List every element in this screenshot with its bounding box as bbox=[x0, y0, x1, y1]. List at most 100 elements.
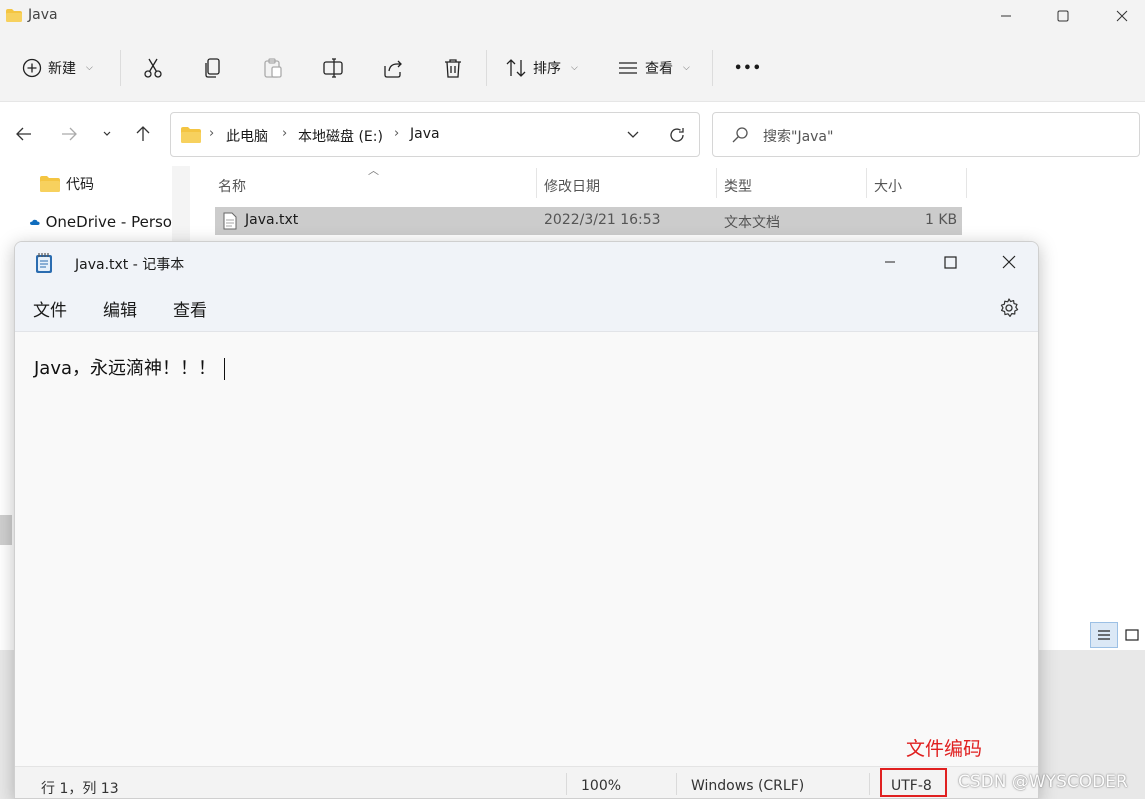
column-type[interactable]: 类型 bbox=[724, 176, 752, 196]
chevron-down-icon: ⌵ bbox=[571, 63, 578, 73]
text-editor-area[interactable]: Java，永远滴神！！！ bbox=[15, 332, 1038, 766]
trash-icon bbox=[445, 59, 461, 78]
chevron-down-icon bbox=[103, 131, 111, 136]
column-divider[interactable] bbox=[716, 168, 717, 198]
minimize-icon bbox=[885, 261, 895, 263]
editor-text: Java，永远滴神！！！ bbox=[34, 354, 226, 380]
breadcrumb-local-disk[interactable]: 本地磁盘 (E:) bbox=[298, 126, 383, 146]
close-button[interactable] bbox=[1099, 0, 1145, 32]
notepad-icon bbox=[36, 253, 52, 273]
explorer-title: Java bbox=[28, 7, 58, 23]
text-file-icon bbox=[223, 212, 237, 230]
close-icon bbox=[1002, 255, 1016, 269]
rename-icon bbox=[323, 58, 343, 78]
menu-edit[interactable]: 编辑 bbox=[103, 296, 137, 321]
paste-button[interactable] bbox=[262, 48, 284, 88]
more-options-button[interactable]: ••• bbox=[734, 48, 762, 88]
column-name[interactable]: 名称 bbox=[218, 176, 246, 196]
scrollbar-thumb[interactable] bbox=[0, 515, 12, 545]
nav-item-label: OneDrive - Perso bbox=[45, 213, 172, 231]
share-button[interactable] bbox=[382, 48, 404, 88]
back-button[interactable] bbox=[12, 122, 36, 146]
maximize-button[interactable] bbox=[927, 242, 973, 282]
up-button[interactable] bbox=[131, 122, 155, 146]
plus-circle-icon bbox=[22, 58, 42, 78]
file-list-header: ︿ 名称 修改日期 类型 大小 bbox=[190, 164, 970, 202]
details-view-icon bbox=[1098, 630, 1110, 640]
forward-button[interactable] bbox=[57, 122, 81, 146]
sort-arrows-icon bbox=[506, 59, 526, 77]
breadcrumb-this-pc[interactable]: 此电脑 bbox=[226, 126, 268, 146]
tiles-view-button[interactable] bbox=[1118, 622, 1145, 648]
sort-button-label: 排序 bbox=[533, 61, 561, 77]
breadcrumb-java[interactable]: Java bbox=[410, 126, 440, 142]
status-divider bbox=[566, 773, 567, 795]
refresh-icon[interactable] bbox=[667, 125, 687, 145]
file-size: 1 KB bbox=[925, 212, 958, 228]
details-view-button[interactable] bbox=[1090, 622, 1118, 648]
menu-file[interactable]: 文件 bbox=[33, 296, 67, 321]
text-caret bbox=[224, 358, 226, 380]
breadcrumb-separator: › bbox=[209, 126, 215, 141]
status-line-ending: Windows (CRLF) bbox=[691, 778, 805, 794]
toolbar-divider bbox=[120, 50, 121, 86]
address-bar[interactable]: › 此电脑 › 本地磁盘 (E:) › Java bbox=[170, 112, 700, 157]
sort-button[interactable]: 排序 ⌵ bbox=[505, 48, 578, 88]
close-button[interactable] bbox=[986, 242, 1032, 282]
search-input[interactable]: 搜索"Java" bbox=[712, 112, 1140, 157]
column-modified[interactable]: 修改日期 bbox=[544, 176, 600, 196]
breadcrumb-separator: › bbox=[282, 126, 288, 141]
copy-button[interactable] bbox=[202, 48, 224, 88]
rename-button[interactable] bbox=[322, 48, 344, 88]
view-lines-icon bbox=[619, 62, 637, 74]
scissors-icon bbox=[144, 58, 162, 78]
chevron-down-icon[interactable] bbox=[626, 129, 640, 141]
view-button-label: 查看 bbox=[645, 61, 673, 77]
column-divider[interactable] bbox=[536, 168, 537, 198]
new-button-label: 新建 bbox=[48, 61, 76, 77]
share-icon bbox=[384, 60, 402, 78]
minimize-button[interactable] bbox=[867, 242, 913, 282]
explorer-titlebar: Java bbox=[0, 0, 1145, 32]
close-icon bbox=[1116, 10, 1128, 22]
watermark: CSDN @WYSCODER bbox=[958, 772, 1128, 792]
folder-icon bbox=[40, 176, 60, 192]
notepad-menubar: 文件 编辑 查看 bbox=[15, 284, 1038, 332]
maximize-icon bbox=[943, 255, 957, 269]
sort-up-icon: ︿ bbox=[368, 164, 379, 177]
status-cursor-position: 行 1，列 13 bbox=[41, 781, 119, 797]
more-dots-icon: ••• bbox=[734, 60, 762, 76]
recent-locations-button[interactable] bbox=[95, 122, 119, 146]
folder-icon bbox=[6, 9, 22, 22]
file-name: Java.txt bbox=[245, 212, 299, 228]
editor-content: Java，永远滴神！！！ bbox=[34, 358, 217, 379]
file-type: 文本文档 bbox=[724, 215, 780, 231]
nav-item-code[interactable]: 代码 bbox=[40, 174, 94, 194]
column-divider[interactable] bbox=[966, 168, 967, 198]
view-button[interactable]: 查看 ⌵ bbox=[617, 48, 690, 88]
status-divider bbox=[676, 773, 677, 795]
address-row: › 此电脑 › 本地磁盘 (E:) › Java 搜索"Java" bbox=[0, 102, 1145, 166]
maximize-icon bbox=[1057, 10, 1069, 22]
gear-icon[interactable] bbox=[998, 297, 1020, 319]
minimize-icon bbox=[1001, 15, 1011, 17]
table-row[interactable]: Java.txt 2022/3/21 16:53 文本文档 1 KB bbox=[215, 207, 962, 235]
cut-button[interactable] bbox=[142, 48, 164, 88]
tiles-view-icon bbox=[1125, 629, 1139, 641]
maximize-button[interactable] bbox=[1040, 0, 1086, 32]
new-button[interactable]: 新建 ⌵ bbox=[22, 48, 93, 88]
menu-view[interactable]: 查看 bbox=[173, 296, 207, 321]
notepad-window: Java.txt - 记事本 文件 编辑 查看 Java，永远滴神！！！ 行 1… bbox=[14, 241, 1039, 799]
notepad-title: Java.txt - 记事本 bbox=[75, 257, 185, 273]
search-placeholder: 搜索"Java" bbox=[763, 129, 834, 145]
minimize-button[interactable] bbox=[983, 0, 1029, 32]
delete-button[interactable] bbox=[442, 48, 464, 88]
notepad-titlebar: Java.txt - 记事本 bbox=[15, 242, 1038, 284]
column-size[interactable]: 大小 bbox=[874, 176, 902, 196]
column-divider[interactable] bbox=[866, 168, 867, 198]
onedrive-cloud-icon bbox=[30, 219, 40, 226]
annotation-label: 文件编码 bbox=[906, 738, 983, 760]
file-modified: 2022/3/21 16:53 bbox=[544, 212, 661, 228]
search-icon bbox=[732, 127, 748, 143]
nav-item-onedrive[interactable]: OneDrive - Perso bbox=[30, 213, 172, 231]
